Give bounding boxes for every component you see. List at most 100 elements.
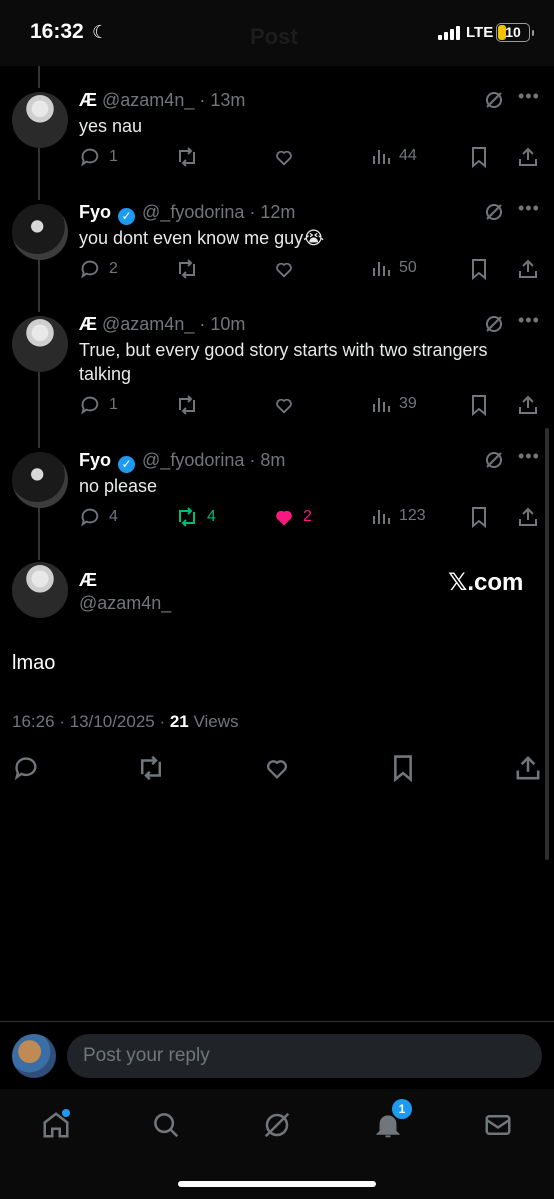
main-post-text: lmao [12,652,56,674]
user-avatar[interactable] [12,1034,56,1078]
avatar[interactable] [12,204,68,260]
views-button[interactable]: 123 [371,506,426,526]
views-count: 44 [399,147,417,164]
bookmark-icon [394,755,412,782]
nav-messages[interactable] [478,1105,518,1145]
repost-icon [141,755,161,781]
nav-home[interactable] [36,1105,76,1145]
moon-icon: ☾ [92,22,109,42]
reply-icon [81,508,99,527]
search-icon [154,1113,179,1138]
reply-count: 1 [109,148,118,165]
bookmark-button[interactable] [469,146,489,168]
bookmark-button[interactable] [469,394,489,416]
main-post-avatar[interactable] [12,562,68,618]
views-button[interactable]: 44 [371,146,417,166]
post-actions: 4 4 2 123 [0,506,554,530]
nav-search[interactable] [146,1105,186,1145]
author-name[interactable]: Fyo [79,450,111,470]
bookmark-button[interactable] [469,506,489,528]
avatar[interactable] [12,316,68,372]
post-time: 10m [210,314,246,334]
bookmark-icon [472,395,486,416]
main-bookmark-button[interactable] [390,754,416,782]
author-handle[interactable]: @azam4n_ [102,90,194,110]
grok-icon[interactable] [484,202,504,227]
heart-icon [276,262,292,278]
share-button[interactable] [517,394,539,416]
more-icon[interactable]: ••• [518,310,540,331]
bookmark-icon [472,147,486,168]
post-text: yes nau [79,116,143,136]
reply-icon [81,260,99,279]
main-post-meta: 16:26 · 13/10/2025 · 21 Views [12,712,239,732]
like-button[interactable]: 2 [273,506,312,528]
main-post-actions [0,754,554,782]
reply-input[interactable] [67,1034,542,1078]
repost-icon [179,507,195,527]
repost-icon [179,259,195,279]
more-icon[interactable]: ••• [518,198,540,219]
views-button[interactable]: 39 [371,394,417,414]
views-icon [373,150,390,164]
reply-count: 1 [109,396,118,413]
author-name[interactable]: Æ [79,90,97,110]
nav-notifications[interactable]: 1 [368,1099,412,1145]
main-reply-button[interactable] [12,754,40,782]
bookmark-icon [472,259,486,280]
grok-icon[interactable] [484,90,504,115]
main-post-timestamp: 16:26 · 13/10/2025 · [12,712,170,731]
share-icon [519,147,537,166]
main-post-author-handle[interactable]: @azam4n_ [79,593,171,614]
author-name[interactable]: Fyo [79,202,111,222]
notification-badge: 1 [392,1099,412,1119]
repost-button[interactable]: 4 [175,506,216,528]
reply-button[interactable]: 1 [79,394,118,416]
like-button[interactable] [273,258,295,280]
scrollbar[interactable] [545,428,549,860]
views-button[interactable]: 50 [371,258,417,278]
reply-button[interactable]: 1 [79,146,118,168]
share-button[interactable] [517,258,539,280]
author-name[interactable]: Æ [79,314,97,334]
repost-button[interactable] [175,146,199,168]
heart-icon [267,760,287,779]
share-icon [519,507,537,526]
nav-grok[interactable] [257,1105,297,1145]
post-text: you dont even know me guy😭 [79,228,325,248]
share-button[interactable] [517,506,539,528]
main-repost-button[interactable] [136,754,166,782]
reply-button[interactable]: 2 [79,258,118,280]
views-count: 39 [399,395,417,412]
repost-button[interactable] [175,258,199,280]
author-handle[interactable]: @_fyodorina [142,450,244,470]
main-share-button[interactable] [514,754,542,782]
main-like-button[interactable] [263,754,291,782]
author-handle[interactable]: @azam4n_ [102,314,194,334]
grok-icon[interactable] [484,314,504,339]
like-button[interactable] [273,394,295,416]
main-post-views-label: Views [188,712,239,731]
more-icon[interactable]: ••• [518,446,540,467]
grok-icon[interactable] [484,450,504,475]
avatar[interactable] [12,92,68,148]
bookmark-button[interactable] [469,258,489,280]
main-post-views-count[interactable]: 21 [170,712,189,731]
post-text: no please [79,476,158,496]
status-bar: 16:32 ☾ Post LTE 10 [0,0,554,66]
main-post-author-name[interactable]: Æ [79,570,97,591]
post-actions: 1 44 [0,146,554,170]
verified-badge-icon: ✓ [118,208,136,225]
repost-button[interactable] [175,394,199,416]
views-count: 123 [399,507,426,524]
repost-icon [179,147,195,167]
heart-filled-icon [276,510,292,526]
author-handle[interactable]: @_fyodorina [142,202,244,222]
home-indicator[interactable] [178,1181,376,1187]
avatar[interactable] [12,452,68,508]
share-button[interactable] [517,146,539,168]
like-button[interactable] [273,146,295,168]
more-icon[interactable]: ••• [518,86,540,107]
reply-button[interactable]: 4 [79,506,118,528]
heart-icon [276,150,292,166]
